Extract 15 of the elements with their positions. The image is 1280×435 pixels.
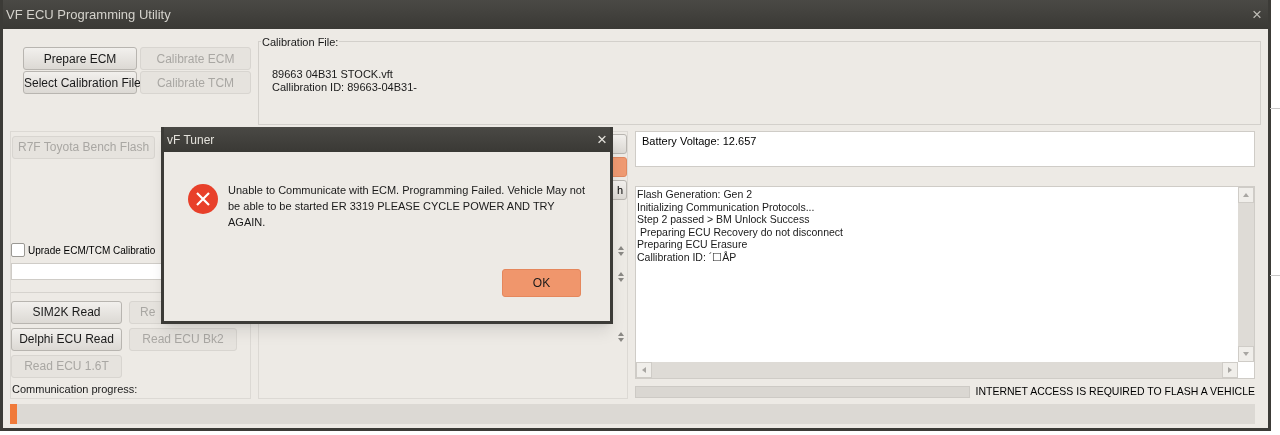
log-line: Step 2 passed > BM Unlock Success [637, 213, 811, 226]
dialog-title: vF Tuner [167, 131, 215, 149]
log-line: Preparing ECU Recovery do not disconnect [638, 225, 845, 239]
calibration-info-text: Callibration ID: 89663-04B31- [272, 81, 418, 94]
error-message: Unable to Communicate with ECM. Programming Failed. Vehicle May not be able to be started ER 3319 PLEASE CYCLE POWER AND TRY AGAIN. [228, 183, 587, 230]
log-line: Initializing Communication Protocols... [637, 200, 816, 214]
log-line: Flash Generation: Gen 2 [637, 188, 753, 201]
checkbox-label: Uprade ECM/TCM Calibratio [28, 243, 156, 258]
log-line: Preparing ECU Erasure [637, 238, 749, 251]
battery-box: Battery Voltage: 12.657 [635, 131, 1255, 167]
progress-label: Communication progress: [11, 381, 139, 397]
calibration-info-text: 89663 04B31 STOCK.vft [272, 68, 394, 81]
status-text: INTERNET ACCESS IS REQUIRED TO FLASH A VEHICLE [975, 384, 1255, 399]
log-line: Callibration ID: ´☐ÅP [637, 250, 738, 264]
window-title: VF ECU Programming Utility [6, 5, 171, 24]
